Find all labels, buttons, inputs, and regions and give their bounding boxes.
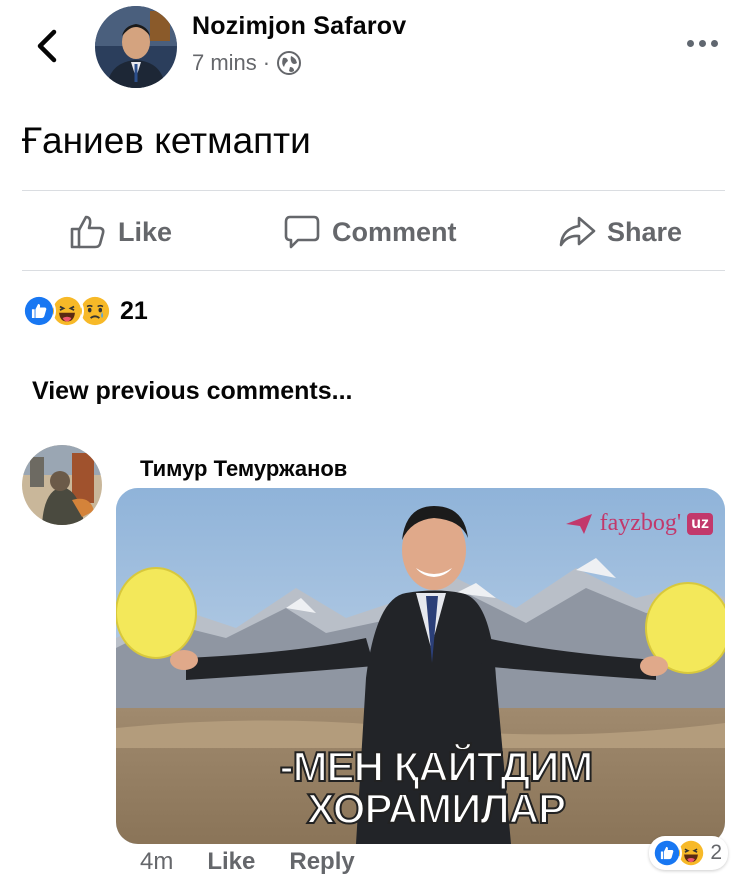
back-arrow-icon[interactable] bbox=[28, 26, 68, 66]
like-button[interactable]: Like bbox=[68, 212, 172, 252]
comment-reaction-count: 2 bbox=[710, 841, 722, 864]
watermark: fayzbog' uz bbox=[564, 510, 713, 537]
divider bbox=[22, 270, 725, 271]
reaction-count: 21 bbox=[120, 296, 148, 325]
comment-label: Comment bbox=[332, 216, 457, 247]
comment-reply-button[interactable]: Reply bbox=[289, 848, 354, 875]
commenter-name[interactable]: Тимур Темуржанов bbox=[140, 456, 347, 482]
post-actions: Like Comment Share bbox=[22, 192, 725, 270]
watermark-text: fayzbog' bbox=[599, 510, 682, 536]
comment-time: 4m bbox=[140, 848, 174, 875]
caption-line: ХОРАМИЛАР bbox=[306, 785, 567, 832]
globe-icon bbox=[277, 51, 302, 75]
comment-reaction-summary[interactable]: 2 bbox=[649, 836, 728, 870]
comment-like-button[interactable]: Like bbox=[207, 848, 255, 875]
reaction-summary[interactable]: 21 bbox=[22, 294, 148, 328]
image-caption: -МЕН ҚАЙТДИМ ХОРАМИЛАР bbox=[266, 743, 606, 832]
post-meta: 7 mins · bbox=[192, 50, 302, 76]
post-time[interactable]: 7 mins bbox=[192, 50, 257, 76]
comment-bubble-icon bbox=[284, 215, 320, 249]
post-header: Nozimjon Safarov 7 mins · bbox=[0, 0, 748, 100]
meta-separator: · bbox=[262, 50, 271, 75]
share-button[interactable]: Share bbox=[557, 212, 682, 252]
comment-meta: 4m Like Reply bbox=[140, 848, 355, 875]
post-text: Ғаниев кетмапти bbox=[22, 120, 311, 161]
divider bbox=[22, 190, 725, 191]
watermark-badge: uz bbox=[687, 512, 713, 535]
share-arrow-icon bbox=[559, 216, 596, 247]
more-options-icon[interactable] bbox=[687, 40, 718, 47]
logo-arrow-icon bbox=[565, 513, 592, 534]
author-name[interactable]: Nozimjon Safarov bbox=[192, 12, 406, 41]
like-icon bbox=[22, 294, 56, 328]
thumbs-up-icon bbox=[70, 215, 105, 249]
caption-line: -МЕН ҚАЙТДИМ bbox=[279, 743, 595, 790]
comment-image[interactable]: fayzbog' uz -МЕН ҚАЙТДИМ ХОРАМИЛАР bbox=[116, 488, 725, 844]
share-label: Share bbox=[607, 216, 683, 247]
view-previous-comments-link[interactable]: View previous comments... bbox=[32, 377, 352, 406]
comment-button[interactable]: Comment bbox=[282, 212, 457, 252]
like-label: Like bbox=[118, 216, 173, 247]
like-icon bbox=[652, 838, 683, 868]
author-avatar[interactable] bbox=[95, 6, 177, 88]
commenter-avatar[interactable] bbox=[22, 445, 102, 525]
